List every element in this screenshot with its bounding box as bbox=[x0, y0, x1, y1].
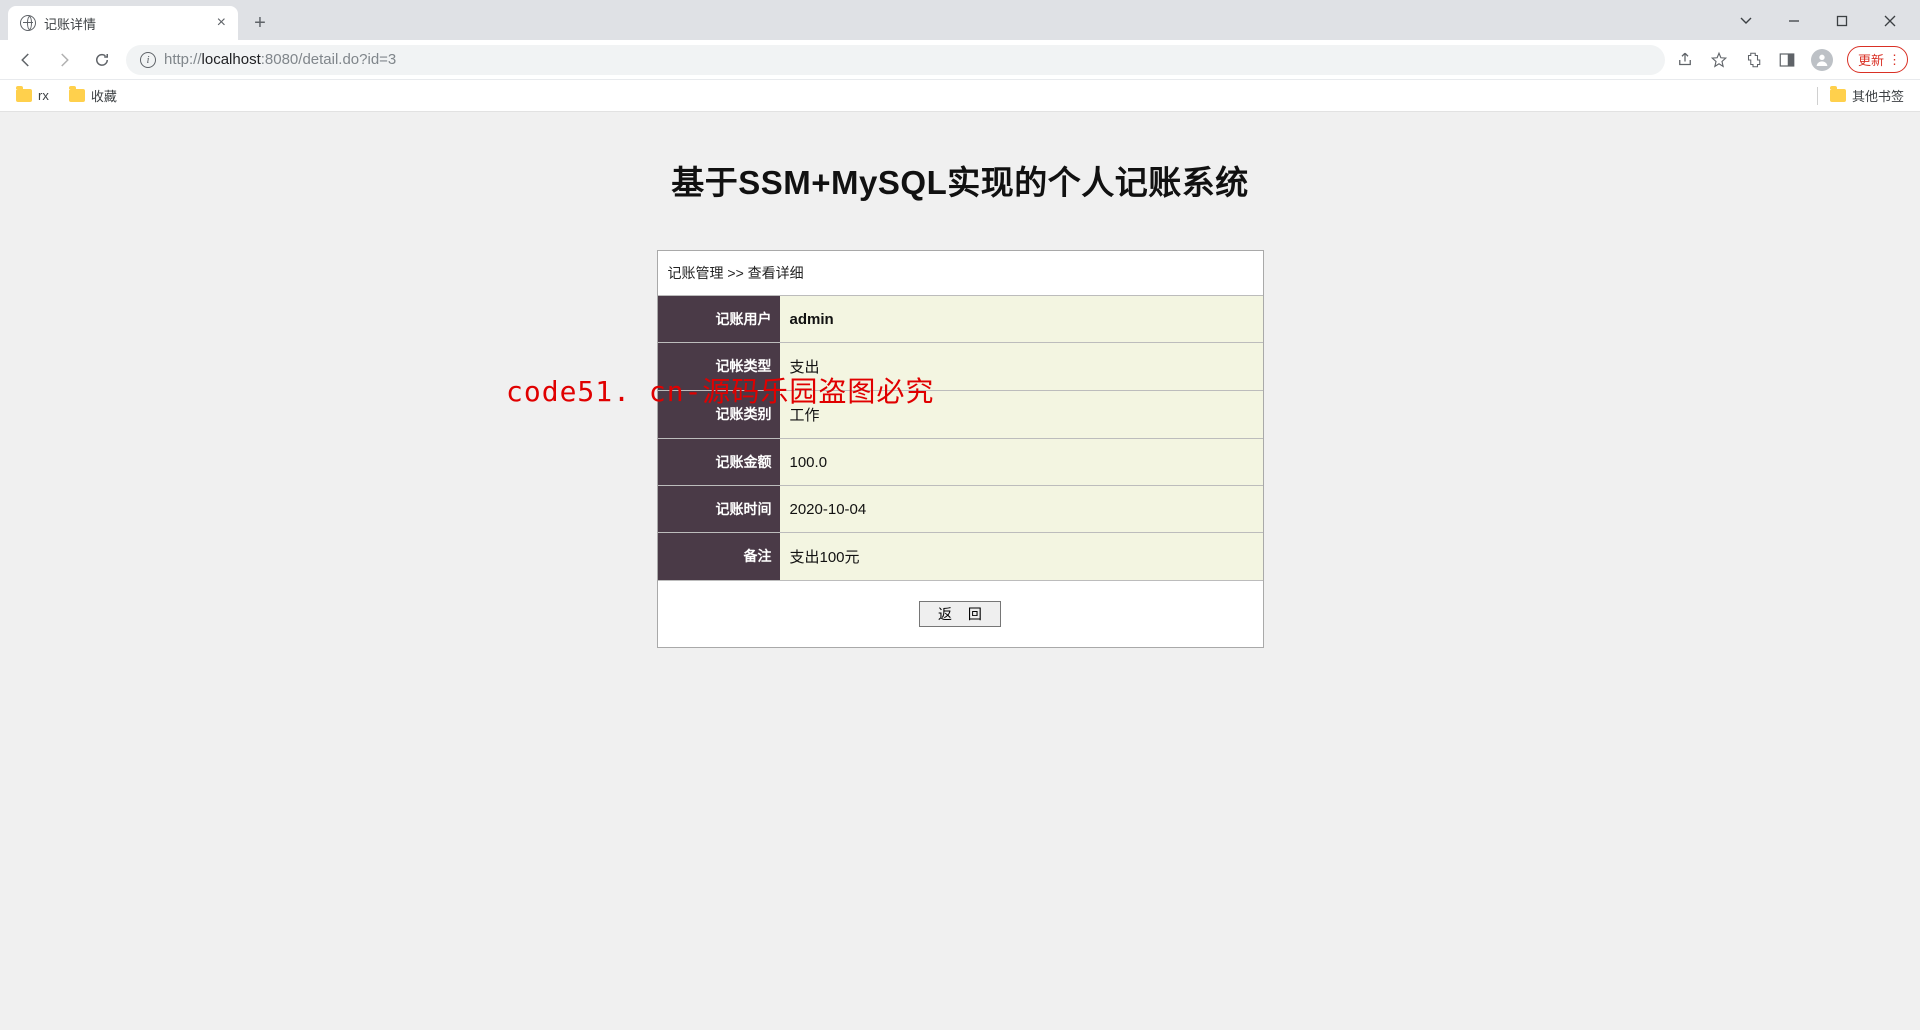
globe-icon bbox=[20, 15, 36, 31]
breadcrumb: 记账管理 >> 查看详细 bbox=[658, 251, 1263, 295]
page-title: 基于SSM+MySQL实现的个人记账系统 bbox=[0, 156, 1920, 204]
row-user: 记账用户 admin bbox=[658, 296, 1263, 343]
window-close-button[interactable] bbox=[1868, 6, 1912, 36]
value-amount: 100.0 bbox=[780, 439, 1263, 486]
folder-icon bbox=[69, 89, 85, 102]
new-tab-button[interactable]: + bbox=[246, 9, 274, 37]
row-time: 记账时间 2020-10-04 bbox=[658, 486, 1263, 533]
window-minimize-button[interactable] bbox=[1772, 6, 1816, 36]
extensions-icon[interactable] bbox=[1743, 50, 1763, 70]
nav-forward-button[interactable] bbox=[50, 46, 78, 74]
row-remark: 备注 支出100元 bbox=[658, 533, 1263, 581]
value-type: 支出 bbox=[780, 343, 1263, 391]
share-icon[interactable] bbox=[1675, 50, 1695, 70]
label-time: 记账时间 bbox=[658, 486, 780, 533]
row-category: 记账类别 工作 bbox=[658, 391, 1263, 439]
sidepanel-icon[interactable] bbox=[1777, 50, 1797, 70]
update-button[interactable]: 更新 ⋮ bbox=[1847, 46, 1908, 73]
label-user: 记账用户 bbox=[658, 296, 780, 343]
url-text: http://localhost:8080/detail.do?id=3 bbox=[164, 51, 396, 68]
page-viewport: 基于SSM+MySQL实现的个人记账系统 记账管理 >> 查看详细 记账用户 a… bbox=[0, 112, 1920, 1030]
bookmark-rx[interactable]: rx bbox=[16, 88, 49, 103]
kebab-menu-icon: ⋮ bbox=[1888, 52, 1901, 68]
value-category: 工作 bbox=[780, 391, 1263, 439]
folder-icon bbox=[1830, 89, 1846, 102]
browser-toolbar: i http://localhost:8080/detail.do?id=3 更… bbox=[0, 40, 1920, 80]
window-controls bbox=[1724, 6, 1920, 40]
nav-reload-button[interactable] bbox=[88, 46, 116, 74]
value-remark: 支出100元 bbox=[780, 533, 1263, 581]
detail-panel: 记账管理 >> 查看详细 记账用户 admin 记帐类型 支出 记账类别 工作 … bbox=[657, 250, 1264, 648]
toolbar-right-icons: 更新 ⋮ bbox=[1675, 46, 1908, 73]
detail-table: 记账用户 admin 记帐类型 支出 记账类别 工作 记账金额 100.0 记账… bbox=[658, 295, 1263, 580]
browser-tab-active[interactable]: 记账详情 × bbox=[8, 6, 238, 40]
nav-back-button[interactable] bbox=[12, 46, 40, 74]
label-category: 记账类别 bbox=[658, 391, 780, 439]
label-remark: 备注 bbox=[658, 533, 780, 581]
tab-close-button[interactable]: × bbox=[217, 14, 226, 32]
profile-avatar[interactable] bbox=[1811, 49, 1833, 71]
separator bbox=[1817, 87, 1818, 105]
row-amount: 记账金额 100.0 bbox=[658, 439, 1263, 486]
folder-icon bbox=[16, 89, 32, 102]
back-button[interactable]: 返 回 bbox=[919, 601, 1001, 627]
tab-title: 记账详情 bbox=[44, 14, 209, 33]
value-time: 2020-10-04 bbox=[780, 486, 1263, 533]
address-bar[interactable]: i http://localhost:8080/detail.do?id=3 bbox=[126, 45, 1665, 75]
site-info-icon[interactable]: i bbox=[140, 52, 156, 68]
label-amount: 记账金额 bbox=[658, 439, 780, 486]
bookmark-star-icon[interactable] bbox=[1709, 50, 1729, 70]
row-type: 记帐类型 支出 bbox=[658, 343, 1263, 391]
label-type: 记帐类型 bbox=[658, 343, 780, 391]
value-user: admin bbox=[780, 296, 1263, 343]
window-maximize-button[interactable] bbox=[1820, 6, 1864, 36]
bookmarks-bar: rx 收藏 其他书签 bbox=[0, 80, 1920, 112]
panel-footer: 返 回 bbox=[658, 580, 1263, 647]
bookmark-other[interactable]: 其他书签 bbox=[1830, 86, 1904, 105]
chevron-down-icon[interactable] bbox=[1724, 6, 1768, 36]
browser-tab-strip: 记账详情 × + bbox=[0, 0, 1920, 40]
bookmark-favorites[interactable]: 收藏 bbox=[69, 86, 117, 105]
